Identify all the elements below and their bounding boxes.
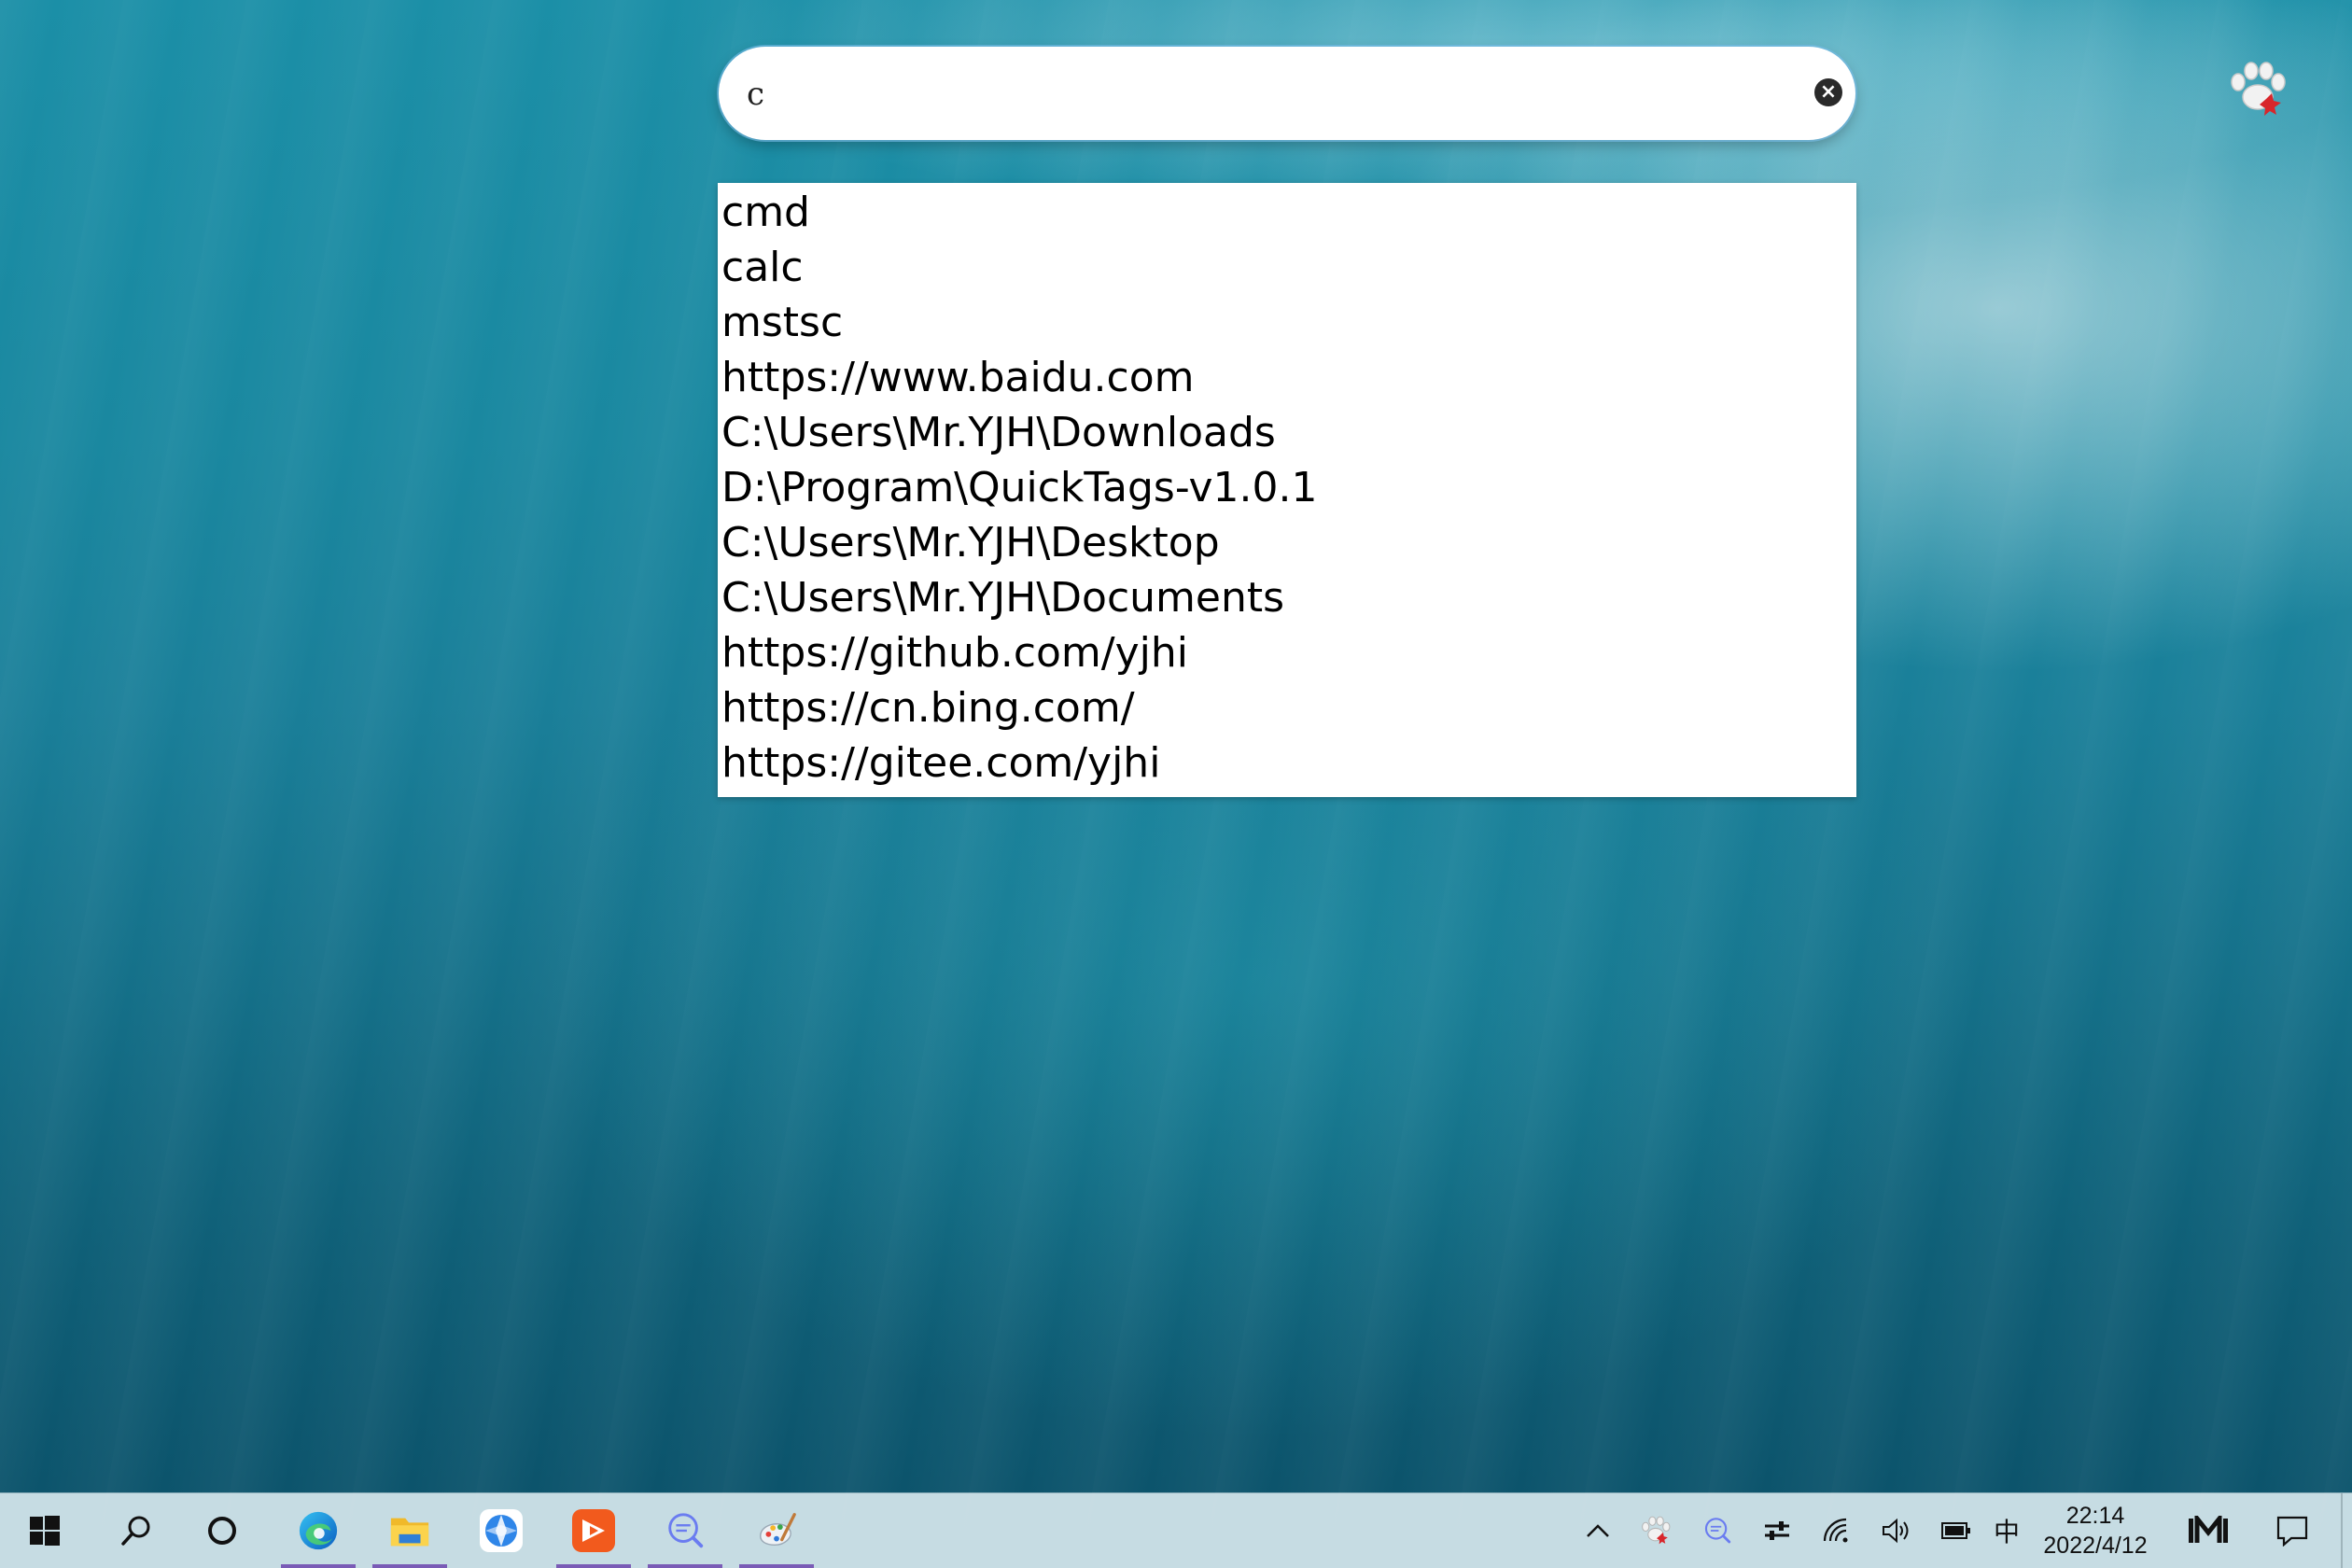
clock-time: 22:14 bbox=[2065, 1503, 2125, 1529]
notifications-button[interactable] bbox=[2264, 1493, 2320, 1568]
taskbar-app-file-explorer[interactable] bbox=[372, 1493, 447, 1568]
speaker-icon bbox=[1883, 1518, 1909, 1544]
list-item[interactable]: https://cn.bing.com/ bbox=[718, 680, 1856, 735]
list-item[interactable]: C:\Users\Mr.YJH\Desktop bbox=[718, 515, 1856, 570]
chevron-up-icon bbox=[1587, 1524, 1609, 1537]
taskbar-app-video-player[interactable] bbox=[556, 1493, 631, 1568]
paint-icon bbox=[755, 1509, 798, 1552]
m-app-icon bbox=[2189, 1516, 2228, 1543]
taskbar-app-edge[interactable] bbox=[281, 1493, 356, 1568]
search-app-tray-icon bbox=[1704, 1518, 1731, 1544]
cortana-button[interactable] bbox=[187, 1493, 258, 1568]
search-bar: × bbox=[719, 47, 1855, 140]
search-app-icon bbox=[664, 1509, 707, 1552]
tray-paw-app[interactable] bbox=[1635, 1493, 1676, 1568]
edge-icon bbox=[297, 1509, 340, 1552]
list-item[interactable]: https://www.baidu.com bbox=[718, 350, 1856, 405]
list-item[interactable]: cmd bbox=[718, 185, 1856, 240]
active-indicator bbox=[739, 1564, 814, 1568]
file-explorer-icon bbox=[388, 1509, 431, 1552]
cortana-icon bbox=[208, 1517, 236, 1545]
taskbar-search-button[interactable] bbox=[101, 1493, 172, 1568]
tray-search-app[interactable] bbox=[1697, 1493, 1738, 1568]
taskbar-app-browser[interactable] bbox=[464, 1493, 539, 1568]
start-button[interactable] bbox=[9, 1493, 80, 1568]
action-center-icon bbox=[2276, 1516, 2308, 1547]
sliders-icon bbox=[1765, 1521, 1789, 1540]
clear-icon[interactable]: × bbox=[1814, 78, 1842, 106]
tray-settings[interactable] bbox=[1757, 1493, 1798, 1568]
show-hidden-icons-button[interactable] bbox=[1577, 1493, 1618, 1568]
windows-icon bbox=[30, 1516, 60, 1546]
list-item[interactable]: D:\Program\QuickTags-v1.0.1 bbox=[718, 460, 1856, 515]
tray-m-app[interactable] bbox=[2180, 1493, 2236, 1568]
taskbar-app-paint[interactable] bbox=[739, 1493, 814, 1568]
active-indicator bbox=[281, 1564, 356, 1568]
list-item[interactable]: https://github.com/yjhi bbox=[718, 625, 1856, 680]
browser-icon bbox=[480, 1509, 523, 1552]
ime-indicator[interactable]: 中 bbox=[1986, 1493, 2027, 1568]
tray-battery[interactable] bbox=[1936, 1493, 1977, 1568]
list-item[interactable]: calc bbox=[718, 240, 1856, 295]
paw-icon bbox=[1642, 1516, 1671, 1545]
tray-volume[interactable] bbox=[1876, 1493, 1917, 1568]
active-indicator bbox=[556, 1564, 631, 1568]
list-item[interactable]: C:\Users\Mr.YJH\Downloads bbox=[718, 405, 1856, 460]
paw-app-icon[interactable] bbox=[2225, 62, 2290, 118]
list-item[interactable]: mstsc bbox=[718, 295, 1856, 350]
results-list: cmd calc mstsc https://www.baidu.com C:\… bbox=[718, 183, 1856, 797]
clock-date: 2022/4/12 bbox=[2043, 1533, 2148, 1559]
active-indicator bbox=[648, 1564, 722, 1568]
battery-icon bbox=[1941, 1522, 1970, 1539]
video-player-icon bbox=[572, 1509, 615, 1552]
taskbar: 中 22:14 2022/4/12 bbox=[0, 1493, 2352, 1568]
search-icon bbox=[121, 1516, 150, 1546]
show-desktop-button[interactable] bbox=[2341, 1493, 2343, 1568]
active-indicator bbox=[372, 1564, 447, 1568]
list-item[interactable]: https://gitee.com/yjhi bbox=[718, 735, 1856, 791]
taskbar-app-search-tool[interactable] bbox=[648, 1493, 722, 1568]
wifi-icon bbox=[1823, 1518, 1848, 1543]
tray-network[interactable] bbox=[1816, 1493, 1857, 1568]
list-item[interactable]: C:\Users\Mr.YJH\Documents bbox=[718, 570, 1856, 625]
search-input[interactable] bbox=[745, 65, 1785, 123]
clock[interactable]: 22:14 2022/4/12 bbox=[2025, 1501, 2165, 1561]
